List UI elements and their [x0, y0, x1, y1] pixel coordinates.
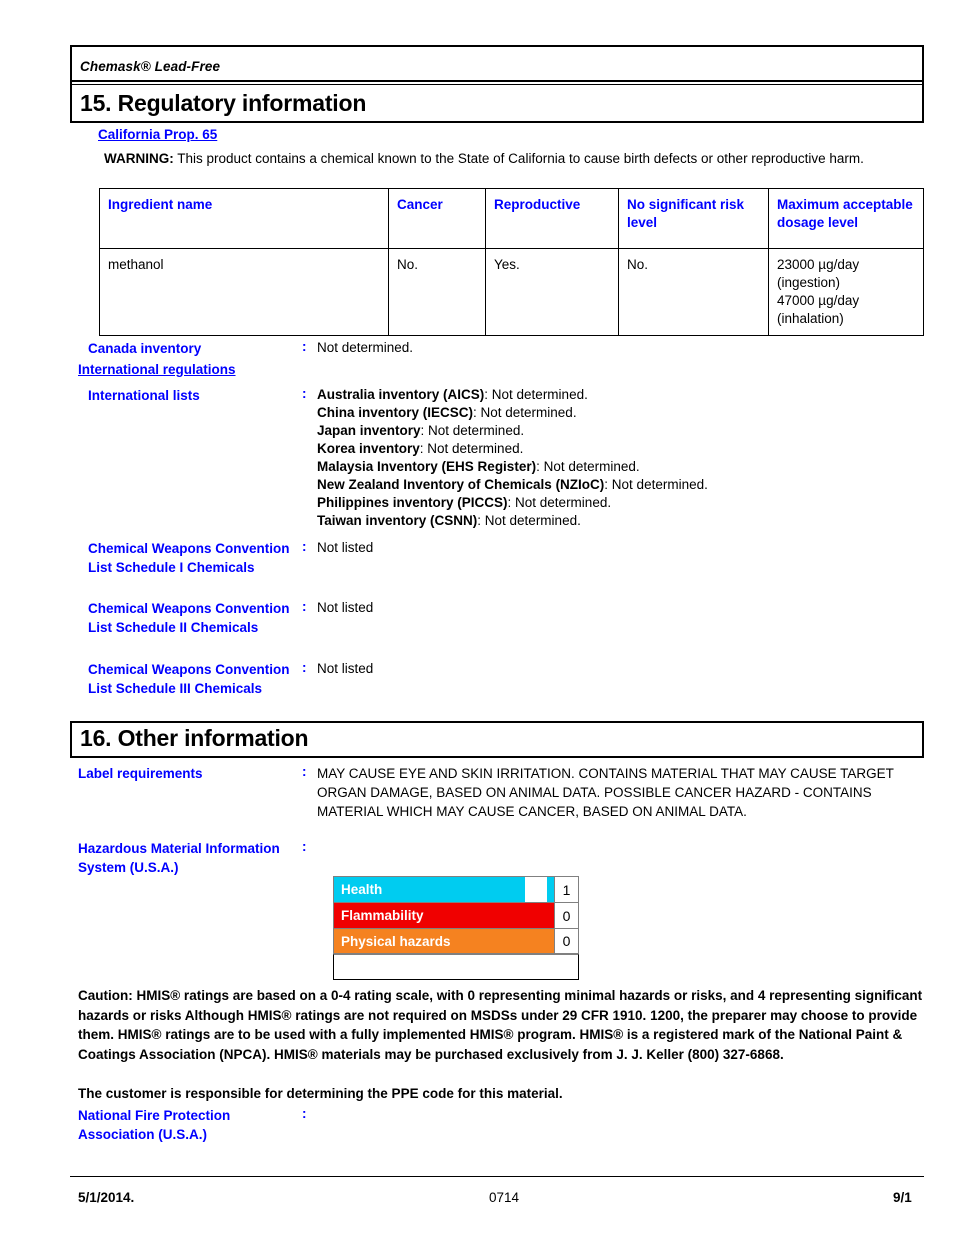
table-row: methanol No. Yes. No. 23000 µg/day (inge…: [99, 248, 924, 336]
list-item: Korea inventory: Not determined.: [317, 440, 917, 458]
section16-title: 16. Other information: [80, 725, 309, 751]
hmis-value-flammability: 0: [554, 903, 578, 928]
california-prop-65-link[interactable]: California Prop. 65: [98, 127, 217, 142]
prop65-table: Ingredient name Cancer Reproductive No s…: [99, 188, 924, 336]
cell-no-significant-risk-level: No.: [618, 248, 769, 336]
cwc-schedule-2-value: Not listed: [317, 600, 374, 615]
list-item: Philippines inventory (PICCS): Not deter…: [317, 494, 917, 512]
footer-page-number: 9/1: [893, 1190, 912, 1205]
cwc-schedule-2-label: Chemical Weapons Convention List Schedul…: [88, 601, 290, 635]
cwc-schedule-1-value: Not listed: [317, 540, 374, 555]
international-lists-values: Australia inventory (AICS): Not determin…: [317, 386, 917, 530]
label-requirements-value: MAY CAUSE EYE AND SKIN IRRITATION. CONTA…: [317, 766, 894, 819]
nfpa-label: National Fire Protection Association (U.…: [78, 1108, 231, 1142]
hmis-value-health: 1: [554, 877, 578, 902]
cwc-schedule-1-colon: :: [302, 539, 307, 554]
hmis-label-flammability: Flammability: [341, 908, 424, 923]
international-list-name: Australia inventory (AICS): [317, 387, 485, 402]
prop65-warning-text: This product contains a chemical known t…: [173, 151, 864, 166]
col-maximum-acceptable-dosage-level: Maximum acceptable dosage level: [768, 188, 924, 249]
col-no-significant-risk-level: No significant risk level: [618, 188, 769, 249]
prop65-warning: WARNING: This product contains a chemica…: [104, 150, 894, 168]
hmis-colon: :: [302, 839, 307, 854]
cwc-schedule-3-colon: :: [302, 660, 307, 675]
col-cancer: Cancer: [388, 188, 486, 249]
international-list-value: : Not determined.: [507, 495, 612, 510]
label-requirements-label: Label requirements: [78, 766, 203, 781]
international-lists-label: International lists: [88, 388, 200, 403]
hmis-row-health: Health 1: [333, 876, 579, 902]
international-list-value: : Not determined.: [477, 513, 581, 528]
header-right-edge: [922, 45, 924, 84]
list-item: Taiwan inventory (CSNN): Not determined.: [317, 512, 917, 530]
hmis-rating-table: Health 1 Flammability 0 Physical hazards…: [333, 876, 579, 980]
list-item: New Zealand Inventory of Chemicals (NZIo…: [317, 476, 917, 494]
international-list-value: : Not determined.: [604, 477, 708, 492]
list-item: Japan inventory: Not determined.: [317, 422, 917, 440]
cell-maximum-acceptable-dosage-level: 23000 µg/day (ingestion) 47000 µg/day (i…: [768, 248, 924, 336]
hmis-caution-text: Caution: HMIS® ratings are based on a 0-…: [78, 988, 923, 1062]
section16-top-rule: [70, 721, 924, 723]
prop65-table-header-row: Ingredient name Cancer Reproductive No s…: [99, 188, 924, 249]
international-list-value: : Not determined.: [536, 459, 640, 474]
international-list-value: : Not determined.: [484, 387, 588, 402]
international-list-name: Philippines inventory (PICCS): [317, 495, 508, 510]
footer-rule: [70, 1176, 924, 1177]
section15-bottom-rule: [70, 121, 924, 123]
label-requirements-colon: :: [302, 764, 307, 779]
international-list-name: Japan inventory: [317, 423, 421, 438]
sds-page: Chemask® Lead-Free 15. Regulatory inform…: [0, 0, 954, 1235]
header-top-rule: [70, 45, 924, 47]
section15-right-edge: [922, 85, 924, 122]
header-left-edge: [70, 45, 72, 84]
cell-reproductive: Yes.: [485, 248, 619, 336]
section15-title: 15. Regulatory information: [80, 90, 367, 116]
cwc-schedule-3-label: Chemical Weapons Convention List Schedul…: [88, 662, 290, 696]
international-list-name: Korea inventory: [317, 441, 420, 456]
product-name: Chemask® Lead-Free: [80, 59, 221, 74]
prop65-warning-lead: WARNING:: [104, 151, 174, 166]
list-item: Australia inventory (AICS): Not determin…: [317, 386, 917, 404]
international-list-value: : Not determined.: [420, 423, 525, 438]
col-reproductive: Reproductive: [485, 188, 619, 249]
hmis-ppe-row: [333, 954, 579, 980]
hmis-bar-health-endcap: [547, 877, 554, 902]
footer-date: 5/1/2014.: [78, 1190, 135, 1205]
hmis-row-physical-hazards: Physical hazards 0: [333, 928, 579, 954]
section16-bottom-rule: [70, 756, 924, 758]
international-list-name: Taiwan inventory (CSNN): [317, 513, 478, 528]
list-item: Malaysia Inventory (EHS Register): Not d…: [317, 458, 917, 476]
international-lists-colon: :: [302, 386, 307, 401]
cell-ingredient-name: methanol: [99, 248, 389, 336]
canada-inventory-value: Not determined.: [317, 340, 414, 355]
cell-cancer: No.: [388, 248, 486, 336]
cwc-schedule-3-value: Not listed: [317, 661, 374, 676]
section16-right-edge: [922, 721, 924, 758]
nfpa-colon: :: [302, 1106, 307, 1121]
list-item: China inventory (IECSC): Not determined.: [317, 404, 917, 422]
section15-left-edge: [70, 85, 72, 122]
section16-left-edge: [70, 721, 72, 758]
hmis-label-physical-hazards: Physical hazards: [341, 933, 451, 949]
cwc-schedule-1-label: Chemical Weapons Convention List Schedul…: [88, 541, 290, 575]
canada-inventory-colon: :: [302, 339, 307, 354]
ppe-responsibility-text: The customer is responsible for determin…: [78, 1086, 563, 1101]
footer-code: 0714: [489, 1190, 520, 1205]
international-list-value: : Not determined.: [419, 441, 524, 456]
hmis-label-health: Health: [341, 882, 383, 897]
header-double-rule-bottom: [70, 84, 924, 85]
canada-inventory-label: Canada inventory: [88, 341, 202, 356]
international-list-value: : Not determined.: [473, 405, 577, 420]
header-double-rule-top: [70, 80, 924, 82]
hmis-label: Hazardous Material Information System (U…: [78, 841, 280, 875]
col-ingredient-name: Ingredient name: [99, 188, 389, 249]
hmis-row-flammability: Flammability 0: [333, 902, 579, 928]
international-list-name: New Zealand Inventory of Chemicals (NZIo…: [317, 477, 605, 492]
international-list-name: China inventory (IECSC): [317, 405, 474, 420]
cwc-schedule-2-colon: :: [302, 599, 307, 614]
hmis-value-physical-hazards: 0: [554, 929, 578, 953]
international-regulations-heading: International regulations: [78, 362, 236, 377]
international-list-name: Malaysia Inventory (EHS Register): [317, 459, 537, 474]
